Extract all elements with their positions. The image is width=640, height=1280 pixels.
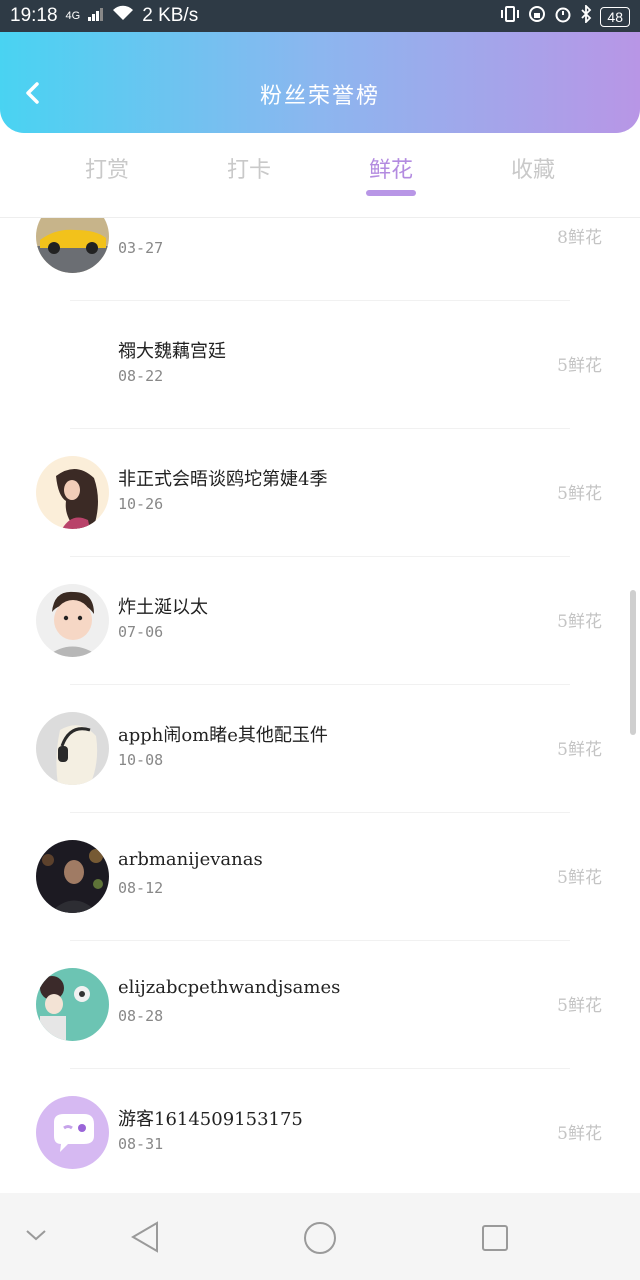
vibrate-icon: [500, 5, 520, 28]
list-item[interactable]: 游客1614509153175 08-31 5鲜花: [0, 1069, 640, 1193]
fan-date: 08-28: [118, 1007, 164, 1025]
triangle-back-icon[interactable]: [130, 1221, 160, 1257]
alarm-lock-icon: [528, 5, 546, 28]
flower-count: 5鲜花: [557, 996, 602, 1016]
night-avatar: [36, 840, 109, 913]
girl-avatar: [36, 456, 109, 529]
tab-flowers[interactable]: 鲜花: [331, 152, 451, 184]
status-right: 48: [500, 3, 630, 28]
alarm-icon: [554, 5, 572, 28]
flower-count: 5鲜花: [557, 612, 602, 632]
network-speed: 2 KB/s: [142, 5, 199, 26]
fan-name: 游客1614509153175: [118, 1109, 303, 1130]
scrollbar[interactable]: [630, 590, 636, 735]
fan-list[interactable]: 03-27 8鲜花 禤大魏藕宫廷 08-22 5鲜花 非正式会晤谈鸥坨第婕4季 …: [0, 218, 640, 1193]
flower-count: 5鲜花: [557, 740, 602, 760]
list-item[interactable]: apph闹om睹e其他配玉件 10-08 5鲜花: [0, 685, 640, 813]
flower-count: 5鲜花: [557, 1124, 602, 1144]
bluetooth-icon: [580, 3, 592, 28]
signal-icon: [88, 5, 104, 27]
fan-name: elijzabcpethwandjsames: [118, 977, 341, 998]
status-time: 19:18: [10, 5, 58, 26]
fan-name: 炸土涎以太: [118, 597, 208, 618]
chat-bubble-avatar: [36, 1096, 109, 1169]
list-item[interactable]: arbmanijevanas 08-12 5鲜花: [0, 813, 640, 941]
fan-date: 08-31: [118, 1135, 164, 1153]
status-left: 19:18 4G 2 KB/s: [10, 5, 198, 27]
fan-name: arbmanijevanas: [118, 849, 263, 870]
chevron-down-icon[interactable]: [24, 1227, 48, 1247]
circle-home-icon[interactable]: [303, 1221, 337, 1259]
flower-count: 5鲜花: [557, 868, 602, 888]
fan-name: 非正式会晤谈鸥坨第婕4季: [118, 469, 328, 490]
active-tab-indicator: [366, 190, 416, 196]
list-item[interactable]: 禤大魏藕宫廷 08-22 5鲜花: [0, 301, 640, 429]
list-item[interactable]: 非正式会晤谈鸥坨第婕4季 10-26 5鲜花: [0, 429, 640, 557]
tab-tip[interactable]: 打赏: [47, 152, 167, 184]
list-item[interactable]: elijzabcpethwandjsames 08-28 5鲜花: [0, 941, 640, 1069]
flower-count: 8鲜花: [557, 228, 602, 248]
flower-count: 5鲜花: [557, 484, 602, 504]
car-avatar: [36, 218, 109, 273]
wifi-icon: [112, 5, 134, 27]
fan-date: 10-08: [118, 751, 164, 769]
tab-bar: 打赏 打卡 鲜花 收藏: [0, 140, 640, 200]
flower-count: 5鲜花: [557, 356, 602, 376]
tab-checkin[interactable]: 打卡: [189, 152, 309, 184]
fan-date: 08-12: [118, 879, 164, 897]
system-nav-bar: [0, 1193, 640, 1280]
headphones-avatar: [36, 712, 109, 785]
boy-avatar: [36, 584, 109, 657]
couple-avatar: [36, 968, 109, 1041]
network-label: 4G: [65, 10, 81, 22]
list-item[interactable]: 03-27 8鲜花: [0, 218, 640, 301]
fan-date: 03-27: [118, 239, 164, 257]
fan-name: 禤大魏藕宫廷: [118, 341, 226, 362]
battery-indicator: 48: [600, 6, 630, 27]
tab-favorites[interactable]: 收藏: [473, 152, 593, 184]
list-item[interactable]: 炸土涎以太 07-06 5鲜花: [0, 557, 640, 685]
fan-date: 10-26: [118, 495, 164, 513]
square-recent-icon[interactable]: [481, 1224, 509, 1256]
status-bar: 19:18 4G 2 KB/s 48: [0, 0, 640, 32]
fan-name: apph闹om睹e其他配玉件: [118, 725, 328, 746]
fan-date: 07-06: [118, 623, 164, 641]
fan-date: 08-22: [118, 367, 164, 385]
header-bar: 粉丝荣誉榜: [0, 32, 640, 133]
page-title: 粉丝荣誉榜: [259, 84, 380, 109]
